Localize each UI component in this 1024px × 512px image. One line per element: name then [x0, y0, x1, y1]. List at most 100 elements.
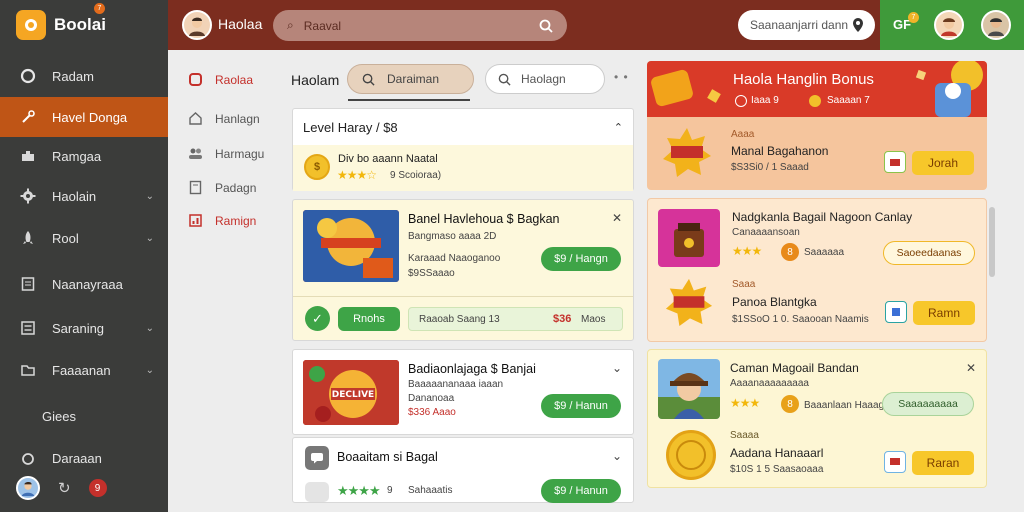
chevron-up-icon[interactable]: ⌃ [614, 121, 623, 134]
rating-count: 8 [781, 243, 799, 261]
sidebar-item-haolain[interactable]: Haolain ⌄ [0, 176, 168, 216]
app-logo[interactable]: Boolai [16, 10, 106, 40]
profile-chip[interactable]: Saaaaaaaaa [882, 392, 974, 416]
level-meta: 9 Scoioraa) [390, 170, 442, 181]
profile-avatar[interactable] [981, 10, 1011, 40]
deals-action-button[interactable]: Ramn [913, 301, 975, 325]
level-card: Level Haray / $8 ⌃ $ Div bo aaann Naatal… [292, 108, 634, 191]
chip-label: Saoeedaanas [896, 247, 962, 259]
subnav-item-ramign[interactable]: Ramign [188, 213, 256, 228]
deals-chip[interactable]: Saoeedaanas [883, 241, 975, 265]
sidebar-item-label: Giees [42, 408, 76, 424]
subnav-label: Padagn [215, 180, 257, 195]
refresh-icon[interactable]: ↻ [58, 479, 71, 497]
offer-meta: Sahaaatis [408, 485, 453, 496]
action-button[interactable]: Rnohs [338, 307, 400, 331]
subnav-item-raolaa[interactable]: Raolaa [188, 72, 253, 87]
sidebar-item-ramgaa[interactable]: Ramgaa [0, 136, 168, 176]
user-avatar[interactable] [16, 476, 40, 500]
app-name: Boolai [54, 15, 106, 34]
deals-title: Nadgkanla Bagail Nagoon Canlay [732, 210, 913, 224]
offer-title: Badiaonlajaga $ Banjai [408, 362, 536, 376]
profile-action-button[interactable]: Raran [912, 451, 974, 475]
secondary-search-input[interactable]: Haolagn [485, 64, 605, 94]
friend-avatar[interactable] [934, 10, 964, 40]
coin-icon: $ [304, 154, 330, 180]
profile-item-name: Aadana Hanaaarl [730, 446, 824, 460]
level-card-header[interactable]: Level Haray / $8 ⌃ [293, 109, 633, 145]
subnav-label: Harmagu [215, 146, 265, 161]
chevron-down-icon[interactable]: ⌄ [612, 361, 622, 375]
folder-icon [20, 362, 36, 378]
offer-line: $9SSaaao [408, 268, 455, 279]
more-options-icon[interactable]: • • [614, 70, 629, 84]
offer-thumbnail: DECLIVE [303, 360, 399, 425]
gear-icon [20, 188, 36, 204]
list-icon[interactable] [885, 301, 907, 323]
subnav-label: Hanlagn [215, 111, 260, 126]
grid-icon [189, 73, 202, 86]
close-icon[interactable]: ✕ [966, 361, 976, 375]
subnav-item-padagn[interactable]: Padagn [188, 180, 256, 195]
sidebar-item-havel-donga[interactable]: Havel Donga [0, 97, 168, 137]
price-button[interactable]: $9 / Hangn [541, 247, 621, 271]
offer-line: Karaaad Naaoganoo [408, 253, 501, 264]
profile-item-meta: $10S 1 5 Saasaoaaa [730, 464, 824, 475]
sidebar: Boolai 7 Radam Havel Donga Ramgaa Haolai… [0, 0, 168, 512]
sidebar-footer: ↻ 9 [16, 476, 107, 500]
circle-icon [20, 450, 36, 466]
sidebar-item-label: Rool [52, 230, 79, 246]
info-icon [735, 95, 747, 107]
search-placeholder: Raaval [303, 18, 342, 33]
price-button[interactable]: $9 / Hanun [541, 479, 621, 503]
sidebar-item-giees[interactable]: Giees [0, 396, 168, 436]
header-search-input[interactable]: ⌕ Raaval [273, 10, 567, 41]
notification-badge[interactable]: 9 [88, 479, 107, 497]
header-avatar[interactable] [182, 10, 212, 40]
chip-label: Saaaaaaaaa [898, 398, 958, 410]
sidebar-item-label: Faaaanan [52, 362, 111, 378]
placeholder-icon [305, 482, 329, 502]
progress-bar: Raaoab Saang 13 $36 Maos [408, 307, 623, 331]
coin-icon [809, 95, 821, 107]
scrollbar[interactable] [989, 207, 995, 277]
bonus-action-button[interactable]: Jorah [912, 151, 974, 175]
profile-panel: Caman Magoail Bandan Aaaanaaaaaaaaa ✕ ★★… [647, 349, 987, 488]
header-title: Haolaa [218, 16, 263, 32]
offer-card: DECLIVE Badiaonlajaga $ Banjai Baaaaanan… [292, 349, 634, 435]
profile-line: Aaaanaaaaaaaaa [730, 378, 809, 389]
deals-panel: Nadgkanla Bagail Nagoon Canlay Canaaaans… [647, 198, 987, 342]
search-icon[interactable] [539, 19, 553, 33]
bonus-name: Manal Bagahanon [731, 144, 829, 158]
bonus-label: Aaaa [731, 129, 755, 140]
header-location-pill[interactable]: Saanaanjarri dann [738, 10, 875, 40]
sidebar-item-rool[interactable]: Rool ⌄ [0, 218, 168, 258]
chevron-down-icon[interactable]: ⌄ [612, 449, 622, 463]
chevron-down-icon: ⌄ [145, 190, 154, 202]
sidebar-item-faaaanan[interactable]: Faaaanan ⌄ [0, 350, 168, 390]
sidebar-item-label: Havel Donga [52, 109, 128, 125]
bonus-meta: $S3Si0 / 1 Saaad [731, 162, 809, 173]
price-button[interactable]: $9 / Hanun [541, 394, 621, 418]
sidebar-item-naanayraaa[interactable]: Naanayraaa [0, 264, 168, 304]
tv-icon[interactable] [884, 451, 906, 473]
card-icon[interactable] [884, 151, 906, 173]
close-icon[interactable]: ✕ [612, 211, 622, 225]
deals-line: Canaaaansoan [732, 227, 800, 238]
location-text: Saanaanjarri dann [750, 18, 849, 32]
filter-button-label: Daraiman [387, 72, 440, 86]
rocket-icon [20, 230, 36, 246]
offer-card: Boaaitam si Bagal ⌄ ★★★★ 9 Sahaaatis $9 … [292, 437, 634, 503]
profile-thumbnail [658, 359, 720, 419]
sidebar-item-label: Daraaan [52, 450, 102, 466]
sidebar-item-daraaan[interactable]: Daraaan [0, 438, 168, 478]
sidebar-item-saraning[interactable]: Saraning ⌄ [0, 308, 168, 348]
subnav-item-hanlagn[interactable]: Hanlagn [188, 111, 260, 126]
subnav-item-harmagu[interactable]: Harmagu [188, 146, 264, 161]
rating-stars: ★★★ [732, 244, 762, 258]
gf-badge: 7 [908, 12, 919, 23]
sidebar-item-radam[interactable]: Radam [0, 56, 168, 96]
filter-button[interactable]: Daraiman [347, 64, 474, 94]
check-icon[interactable]: ✓ [305, 306, 330, 331]
sidebar-item-label: Ramgaa [52, 148, 102, 164]
